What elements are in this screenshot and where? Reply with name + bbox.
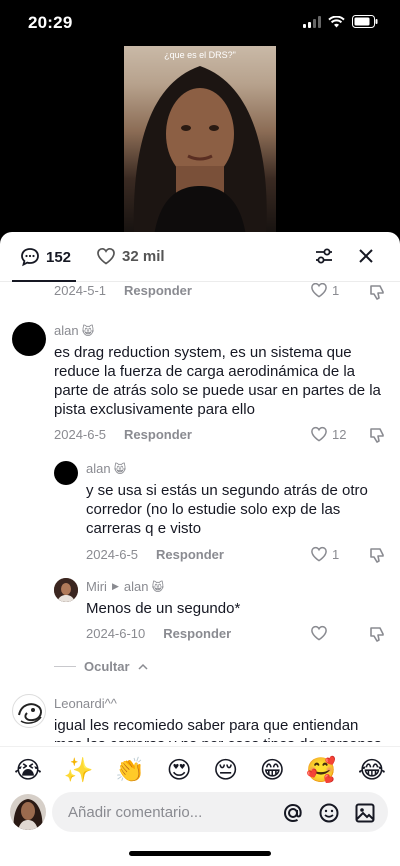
comments-sheet: 152 32 mil 2024-5-1 Responder 1 alan 😸 e… bbox=[0, 232, 400, 866]
emoji-button[interactable]: 😭 bbox=[14, 758, 42, 782]
status-icons bbox=[303, 15, 378, 28]
reply-button[interactable]: Responder bbox=[156, 547, 224, 562]
comment-username[interactable]: alan 😸 bbox=[86, 461, 126, 476]
heart-icon bbox=[311, 283, 327, 298]
signal-icon bbox=[303, 15, 321, 28]
comment-date: 2024-6-5 bbox=[54, 427, 107, 442]
comment-input-row bbox=[0, 792, 400, 842]
chevron-up-icon bbox=[137, 663, 148, 670]
heart-icon bbox=[311, 546, 327, 562]
hide-replies-label: Ocultar bbox=[84, 659, 130, 674]
comment-like-count: 12 bbox=[332, 426, 347, 442]
close-icon[interactable] bbox=[358, 248, 374, 264]
comment-like[interactable] bbox=[310, 625, 328, 641]
avatar-image bbox=[10, 794, 46, 830]
avatar-image bbox=[54, 578, 78, 602]
user-badge: 😸 bbox=[113, 461, 127, 476]
comment-date: 2024-6-10 bbox=[86, 626, 146, 641]
comment-text: Menos de un segundo* bbox=[86, 600, 241, 617]
comment-text: y se usa si estás un segundo atrás de ot… bbox=[86, 482, 368, 537]
emoji-button[interactable]: 😁 bbox=[260, 758, 285, 782]
reply-button[interactable]: Responder bbox=[163, 626, 231, 641]
comment-username[interactable]: Miri ▶ alan 😸 bbox=[86, 579, 164, 594]
comment-text: es drag reduction system, es un sistema … bbox=[54, 344, 381, 418]
speech-bubble-icon bbox=[21, 248, 39, 267]
comment-like[interactable]: 1 bbox=[310, 546, 339, 562]
wifi-icon bbox=[328, 15, 345, 27]
comment-date: 2024-6-5 bbox=[86, 547, 139, 562]
hide-replies[interactable]: Ocultar bbox=[54, 659, 148, 674]
dislike-icon[interactable] bbox=[368, 625, 386, 643]
status-time: 20:29 bbox=[28, 13, 73, 32]
comment-username[interactable]: alan 😸 bbox=[54, 323, 94, 338]
emoji-bar: 😭 ✨ 👏 😍 😔 😁 🥰 😂 bbox=[0, 746, 400, 792]
tab-comments[interactable]: 152 bbox=[20, 247, 71, 267]
user-avatar[interactable] bbox=[10, 794, 46, 830]
comment-input[interactable] bbox=[68, 801, 278, 823]
comment-date: 2024-5-1 bbox=[54, 283, 107, 298]
emoji-button[interactable]: 😔 bbox=[213, 758, 238, 782]
user-badge: 😸 bbox=[151, 579, 164, 594]
at-icon[interactable] bbox=[282, 802, 304, 824]
comment-meta: 2024-5-1 Responder bbox=[54, 283, 192, 298]
emoji-button[interactable]: 😂 bbox=[358, 758, 386, 782]
status-bar: 20:29 bbox=[0, 0, 400, 46]
comment-like-count: 1 bbox=[332, 546, 340, 562]
comment-username[interactable]: Leonardi^^ bbox=[54, 696, 117, 711]
comment-meta: 2024-6-10 Responder bbox=[86, 626, 231, 641]
emoji-icon[interactable] bbox=[318, 802, 340, 824]
reply-button[interactable]: Responder bbox=[124, 427, 192, 442]
sheet-header: 152 32 mil bbox=[0, 232, 400, 282]
comment-input-box[interactable] bbox=[52, 792, 388, 832]
user-badge: 😸 bbox=[81, 323, 95, 338]
battery-icon bbox=[352, 15, 378, 28]
comment-list: 2024-5-1 Responder 1 alan 😸 es drag redu… bbox=[0, 283, 400, 742]
home-indicator bbox=[129, 851, 271, 856]
sliders-icon[interactable] bbox=[314, 246, 334, 266]
video-frame[interactable]: ¿que es el DRS?" bbox=[124, 46, 276, 236]
image-icon[interactable] bbox=[354, 802, 376, 824]
comment-like-count: 1 bbox=[332, 283, 340, 298]
tab-likes[interactable]: 32 mil bbox=[96, 247, 165, 265]
dislike-icon[interactable] bbox=[368, 546, 386, 564]
dislike-icon[interactable] bbox=[368, 283, 386, 301]
comment-like[interactable]: 1 bbox=[310, 283, 339, 298]
like-count: 32 mil bbox=[122, 247, 165, 265]
reply-to-username[interactable]: alan bbox=[124, 579, 149, 594]
comment-text: igual les recomiedo saber para que entie… bbox=[54, 717, 382, 742]
comment-meta: 2024-6-5 Responder bbox=[86, 547, 224, 562]
video-area[interactable]: ¿que es el DRS?" bbox=[0, 46, 400, 236]
avatar[interactable] bbox=[54, 578, 78, 602]
heart-icon bbox=[97, 247, 115, 265]
emoji-button[interactable]: 🥰 bbox=[306, 758, 336, 782]
divider bbox=[54, 666, 76, 667]
reply-arrow-icon: ▶ bbox=[111, 581, 119, 591]
comment-count: 152 bbox=[46, 248, 72, 266]
emoji-button[interactable]: 👏 bbox=[115, 758, 145, 782]
avatar[interactable] bbox=[54, 461, 78, 485]
tab-underline bbox=[12, 280, 76, 282]
avatar-image bbox=[18, 703, 42, 724]
person-image bbox=[133, 66, 267, 236]
comment-like[interactable]: 12 bbox=[310, 426, 346, 442]
emoji-button[interactable]: 😍 bbox=[167, 758, 192, 782]
dislike-icon[interactable] bbox=[368, 426, 386, 444]
avatar[interactable] bbox=[12, 694, 46, 728]
reply-button[interactable]: Responder bbox=[124, 283, 192, 298]
emoji-button[interactable]: ✨ bbox=[64, 758, 94, 782]
heart-icon bbox=[311, 625, 327, 641]
avatar[interactable] bbox=[12, 322, 46, 356]
comment-meta: 2024-6-5 Responder bbox=[54, 427, 192, 442]
video-caption: ¿que es el DRS?" bbox=[164, 50, 236, 60]
heart-icon bbox=[311, 426, 327, 442]
